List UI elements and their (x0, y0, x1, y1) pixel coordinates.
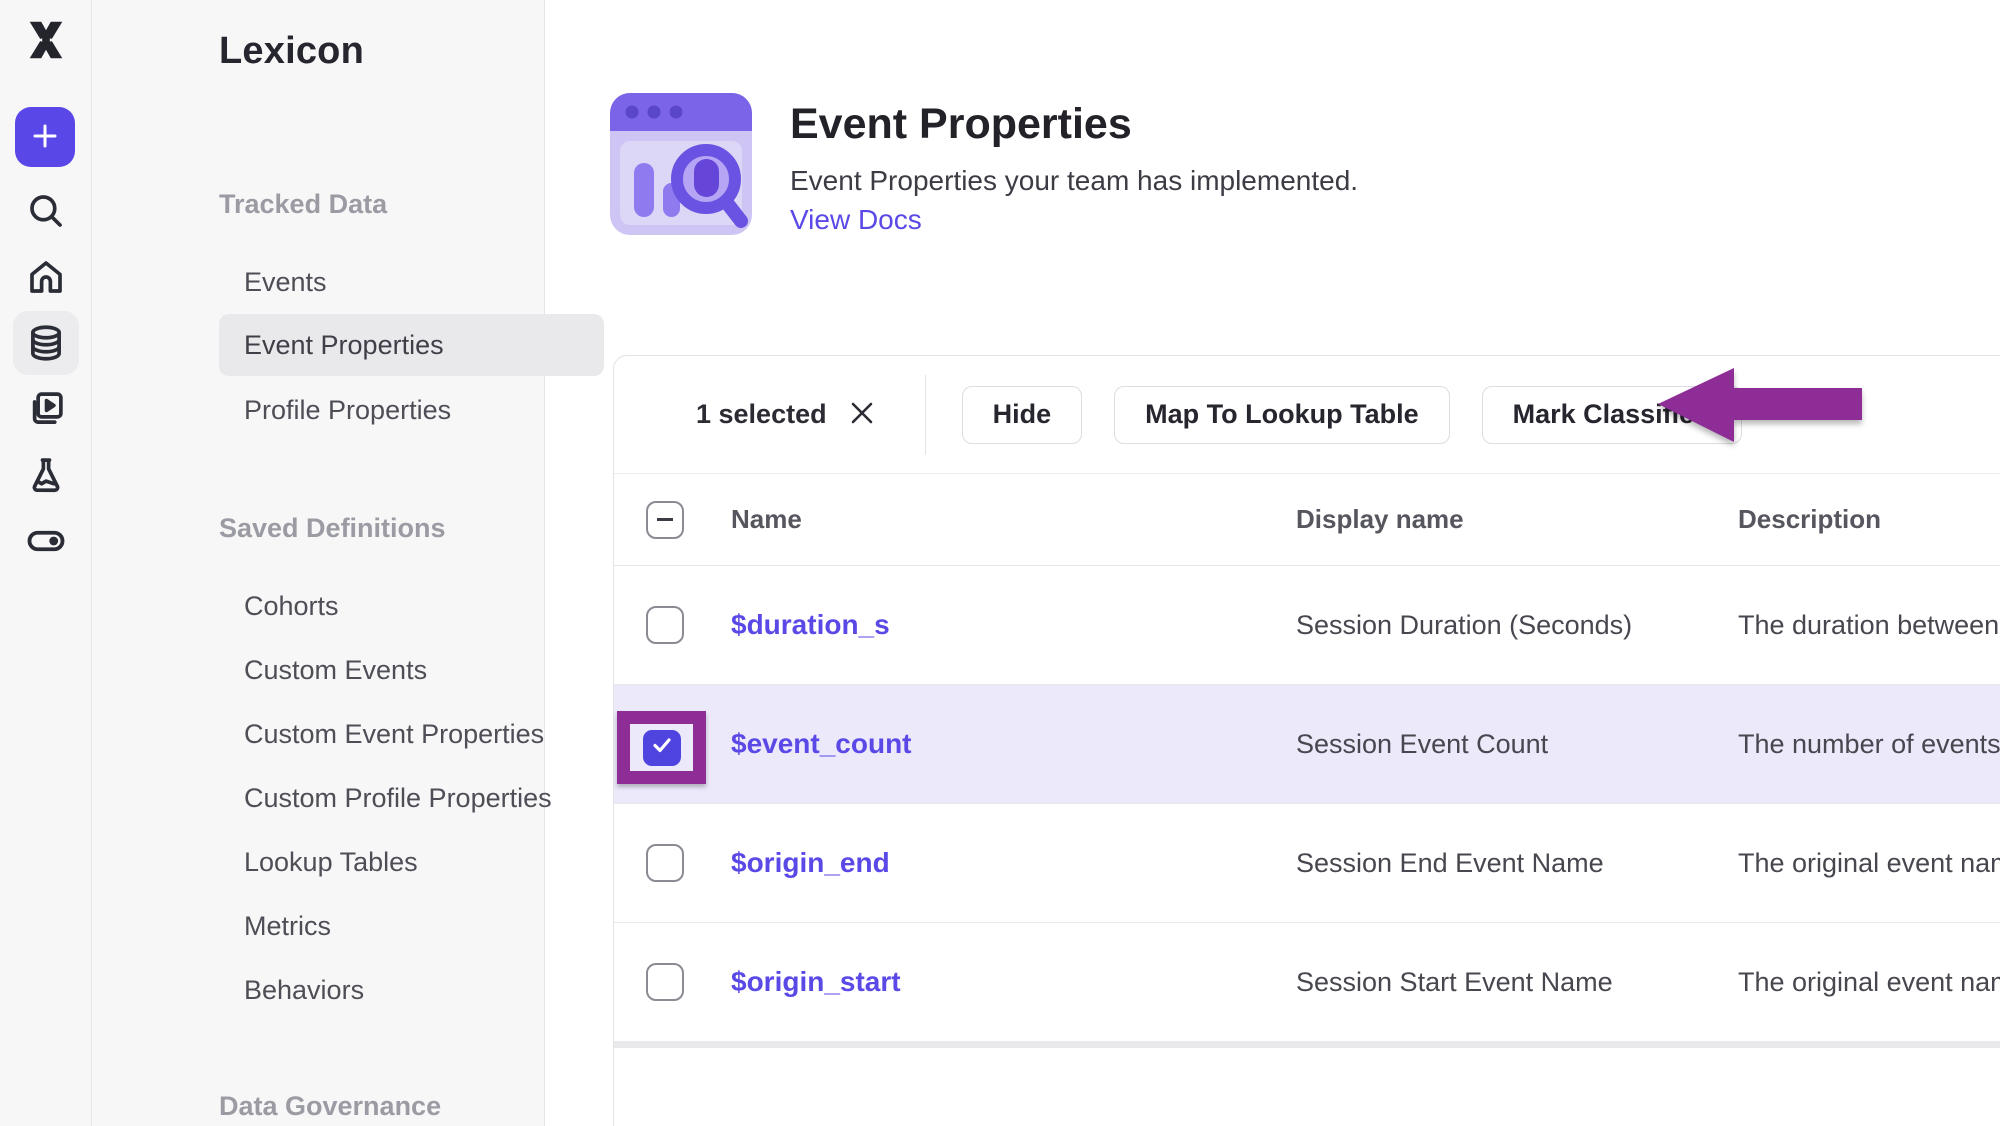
row-checkbox[interactable] (646, 844, 684, 882)
table-header-row: Name Display name Description (614, 474, 2000, 566)
property-display-name: Session Start Event Name (1296, 967, 1738, 998)
table-row[interactable]: $duration_s Session Duration (Seconds) T… (614, 566, 2000, 685)
column-header-description[interactable]: Description (1738, 504, 2000, 535)
mixpanel-logo[interactable] (14, 14, 78, 66)
row-checkbox[interactable] (646, 606, 684, 644)
sidebar-item-lookup-tables[interactable]: Lookup Tables (244, 847, 418, 878)
property-display-name: Session End Event Name (1296, 848, 1738, 879)
property-description: The original event name (1738, 848, 2000, 879)
table-row-selected[interactable]: $event_count Session Event Count The num… (614, 685, 2000, 804)
home-icon[interactable] (0, 245, 92, 309)
selection-count: 1 selected (696, 399, 827, 430)
check-icon (650, 733, 674, 762)
annotation-arrow (1650, 358, 1865, 454)
table-row[interactable]: $origin_end Session End Event Name The o… (614, 804, 2000, 923)
property-name-link[interactable]: $event_count (731, 728, 912, 759)
search-icon[interactable] (0, 179, 92, 243)
sidebar-item-behaviors[interactable]: Behaviors (244, 975, 364, 1006)
boards-replay-icon[interactable] (0, 377, 92, 441)
property-name-link[interactable]: $origin_end (731, 847, 890, 878)
page-subtitle: Event Properties your team has implement… (790, 165, 1358, 197)
page-title: Event Properties (790, 100, 1132, 149)
clear-selection-button[interactable] (847, 400, 877, 430)
view-docs-link[interactable]: View Docs (790, 204, 922, 236)
toolbar-divider (925, 375, 926, 455)
row-checkbox-checked[interactable] (643, 730, 681, 766)
property-display-name: Session Duration (Seconds) (1296, 610, 1738, 641)
sidebar-title: Lexicon (219, 30, 364, 73)
sidebar-item-profile-properties[interactable]: Profile Properties (244, 395, 451, 426)
sidebar-item-events[interactable]: Events (244, 267, 327, 298)
main-content: Event Properties Event Properties your t… (545, 0, 2000, 1126)
sidebar-item-metrics[interactable]: Metrics (244, 911, 331, 942)
sidebar-item-custom-events[interactable]: Custom Events (244, 655, 427, 686)
data-management-icon[interactable] (13, 311, 79, 375)
table-row[interactable]: $origin_start Session Start Event Name T… (614, 923, 2000, 1042)
select-all-checkbox[interactable] (646, 501, 684, 539)
table-section-divider (614, 1042, 2000, 1048)
event-properties-product-icon (610, 93, 752, 235)
property-description: The number of events (1738, 729, 2000, 760)
hide-button[interactable]: Hide (962, 386, 1083, 444)
experiments-flask-icon[interactable] (0, 443, 92, 507)
section-saved-definitions: Saved Definitions (219, 513, 446, 544)
map-to-lookup-table-button[interactable]: Map To Lookup Table (1114, 386, 1449, 444)
event-properties-table-card: 1 selected Hide Map To Lookup Table Mark… (613, 355, 2000, 1126)
column-header-name[interactable]: Name (731, 504, 1296, 535)
plus-icon (30, 121, 60, 154)
section-data-governance: Data Governance (219, 1091, 441, 1122)
sidebar-item-cohorts[interactable]: Cohorts (244, 591, 339, 622)
close-icon (849, 400, 875, 429)
column-header-display-name[interactable]: Display name (1296, 504, 1738, 535)
row-checkbox[interactable] (646, 963, 684, 1001)
property-description: The duration between (1738, 610, 2000, 641)
annotation-highlight-box (617, 711, 706, 784)
sidebar-item-custom-event-properties[interactable]: Custom Event Properties (244, 719, 544, 750)
nav-rail (0, 0, 92, 1126)
feature-flags-toggle-icon[interactable] (0, 509, 92, 573)
sidebar-item-custom-profile-properties[interactable]: Custom Profile Properties (244, 783, 552, 814)
create-new-button[interactable] (15, 107, 75, 167)
property-description: The original event name (1738, 967, 2000, 998)
property-display-name: Session Event Count (1296, 729, 1738, 760)
lexicon-sidebar: Lexicon Tracked Data Events Event Proper… (92, 0, 545, 1126)
section-tracked-data: Tracked Data (219, 189, 387, 220)
property-name-link[interactable]: $duration_s (731, 609, 890, 640)
property-name-link[interactable]: $origin_start (731, 966, 901, 997)
sidebar-item-event-properties[interactable]: Event Properties (219, 314, 604, 376)
